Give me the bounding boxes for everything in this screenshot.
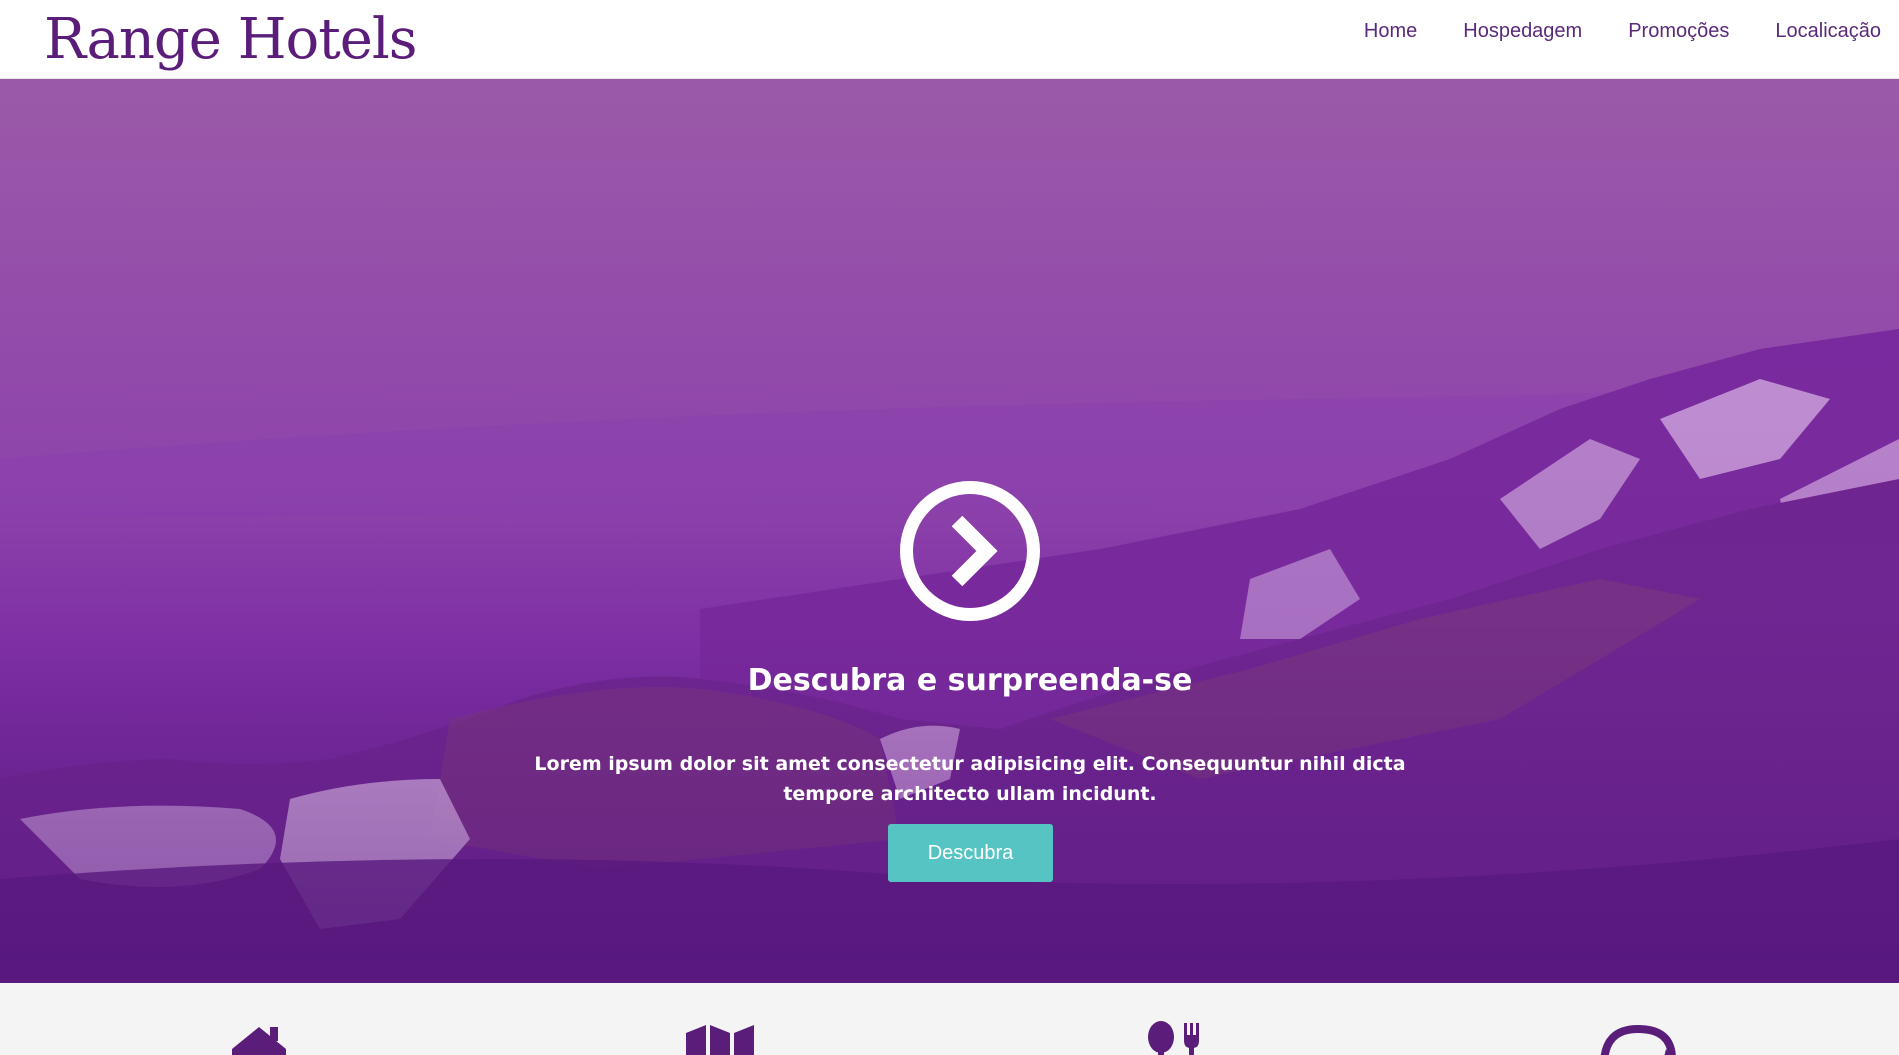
hero-title: Descubra e surpreenda-se bbox=[747, 663, 1193, 698]
nav-hospedagem[interactable]: Hospedagem bbox=[1463, 20, 1582, 43]
chevron-right-circle-icon[interactable] bbox=[900, 481, 1040, 621]
logo[interactable]: Range Hotels bbox=[44, 4, 418, 76]
home-icon bbox=[232, 1027, 286, 1055]
hero-description: Lorem ipsum dolor sit amet consectetur a… bbox=[534, 753, 1406, 805]
chevron-right-icon bbox=[951, 515, 998, 587]
main-nav: Home Hospedagem Promoções Localicação bbox=[1364, 0, 1881, 62]
chat-icon bbox=[1600, 1025, 1676, 1055]
nav-home[interactable]: Home bbox=[1364, 20, 1417, 43]
restaurant-icon bbox=[1148, 1021, 1199, 1055]
discover-button[interactable]: Descubra bbox=[888, 824, 1053, 882]
map-icon bbox=[686, 1025, 754, 1055]
nav-promocoes[interactable]: Promoções bbox=[1628, 20, 1729, 43]
features-section bbox=[0, 983, 1899, 1055]
hero-section: Descubra e surpreenda-se Lorem ipsum dol… bbox=[0, 79, 1899, 983]
site-header: Range Hotels Home Hospedagem Promoções L… bbox=[0, 0, 1899, 79]
nav-localicacao[interactable]: Localicação bbox=[1775, 20, 1881, 43]
